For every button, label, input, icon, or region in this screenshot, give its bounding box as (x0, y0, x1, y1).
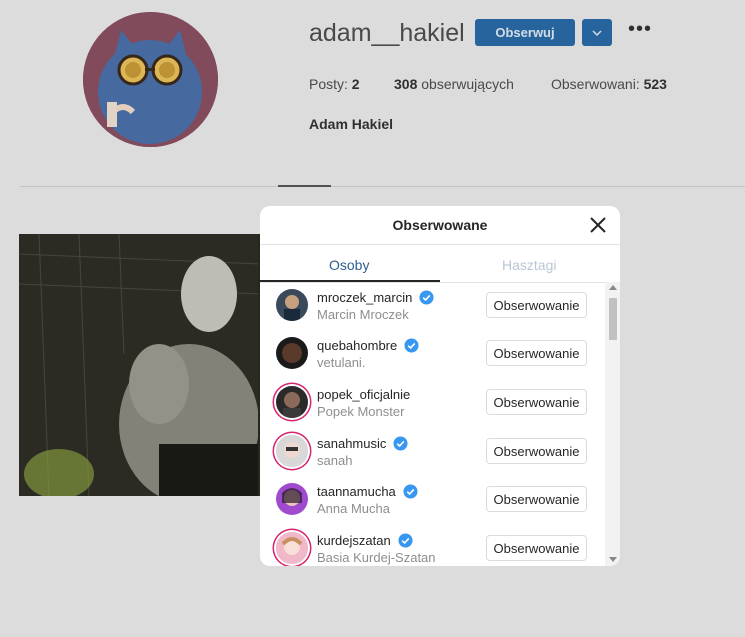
row-username-wrap: kurdejszatan (317, 533, 413, 548)
row-username[interactable]: kurdejszatan (317, 533, 391, 548)
tab-osoby[interactable]: Osoby (329, 257, 369, 273)
verified-icon (403, 484, 418, 499)
avatar[interactable] (276, 337, 308, 369)
scroll-up-arrow[interactable] (609, 285, 617, 290)
scroll-down-arrow[interactable] (609, 557, 617, 562)
row-username[interactable]: popek_oficjalnie (317, 387, 410, 402)
row-username-wrap: sanahmusic (317, 436, 408, 451)
row-full-name: Basia Kurdej-Szatan (317, 550, 436, 565)
close-button[interactable] (588, 215, 608, 235)
modal-title: Obserwowane (392, 217, 488, 233)
list-item: quebahombre vetulani. Obserwowanie (260, 330, 605, 378)
tab-hasztagi[interactable]: Hasztagi (502, 257, 556, 273)
following-button[interactable]: Obserwowanie (486, 486, 587, 512)
following-button[interactable]: Obserwowanie (486, 340, 587, 366)
modal-tabs: Osoby Hasztagi (260, 245, 620, 283)
avatar[interactable] (276, 532, 308, 564)
list-item: mroczek_marcin Marcin Mroczek Obserwowan… (260, 282, 605, 330)
verified-icon (404, 338, 419, 353)
row-full-name: Marcin Mroczek (317, 307, 409, 322)
verified-icon (393, 436, 408, 451)
following-list[interactable]: mroczek_marcin Marcin Mroczek Obserwowan… (260, 282, 605, 566)
following-button[interactable]: Obserwowanie (486, 389, 587, 415)
row-username-wrap: taannamucha (317, 484, 418, 499)
close-icon (590, 217, 606, 233)
following-modal: Obserwowane Osoby Hasztagi mroczek_marci… (260, 206, 620, 566)
following-button[interactable]: Obserwowanie (486, 535, 587, 561)
row-username[interactable]: sanahmusic (317, 436, 386, 451)
following-button[interactable]: Obserwowanie (486, 438, 587, 464)
row-username[interactable]: taannamucha (317, 484, 396, 499)
list-item: popek_oficjalnie Popek Monster Obserwowa… (260, 379, 605, 427)
list-item: kurdejszatan Basia Kurdej-Szatan Obserwo… (260, 525, 605, 566)
following-button[interactable]: Obserwowanie (486, 292, 587, 318)
list-item: sanahmusic sanah Obserwowanie (260, 428, 605, 476)
row-username[interactable]: quebahombre (317, 338, 397, 353)
row-full-name: vetulani. (317, 355, 366, 370)
row-username[interactable]: mroczek_marcin (317, 290, 412, 305)
scrollbar[interactable] (605, 282, 620, 566)
verified-icon (419, 290, 434, 305)
row-username-wrap: quebahombre (317, 338, 419, 353)
list-item: taannamucha Anna Mucha Obserwowanie (260, 476, 605, 524)
avatar[interactable] (276, 289, 308, 321)
row-full-name: sanah (317, 453, 353, 468)
avatar[interactable] (276, 435, 308, 467)
verified-icon (398, 533, 413, 548)
row-username-wrap: mroczek_marcin (317, 290, 434, 305)
row-full-name: Anna Mucha (317, 501, 390, 516)
avatar[interactable] (276, 483, 308, 515)
scroll-thumb[interactable] (609, 298, 617, 340)
row-full-name: Popek Monster (317, 404, 405, 419)
row-username-wrap: popek_oficjalnie (317, 387, 410, 402)
avatar[interactable] (276, 386, 308, 418)
modal-header: Obserwowane (260, 206, 620, 245)
